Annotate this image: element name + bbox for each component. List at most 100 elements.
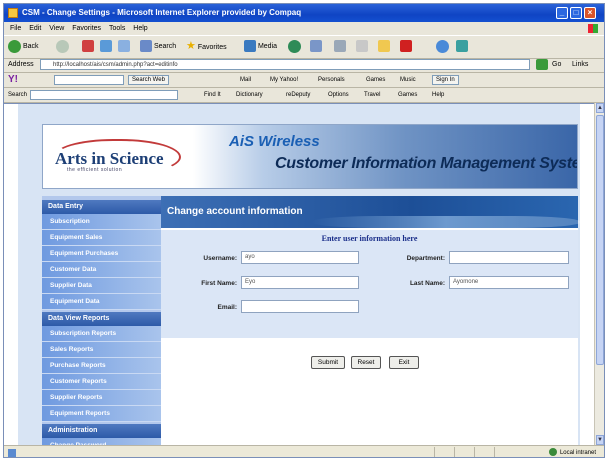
link-help[interactable]: Help	[432, 88, 444, 102]
link-options[interactable]: Options	[328, 88, 349, 102]
sidebar-item-purchase-reports[interactable]: Purchase Reports	[42, 358, 161, 374]
email-field[interactable]	[241, 300, 359, 313]
history-button[interactable]	[288, 39, 301, 54]
sidebar-section-data-entry: Data Entry	[42, 200, 161, 214]
windows-logo-icon	[588, 24, 598, 33]
status-divider	[434, 447, 435, 457]
yahoo-myyahoo-link[interactable]: My Yahoo!	[270, 73, 298, 87]
address-input[interactable]: http://localhost/ais/csm/admin.php?act=e…	[40, 59, 530, 70]
link-redeputy[interactable]: reDeputy	[286, 88, 310, 102]
exit-button[interactable]: Exit	[389, 356, 419, 369]
sidebar-item-equipment-sales[interactable]: Equipment Sales	[42, 230, 161, 246]
scroll-up-icon[interactable]: ▲	[596, 103, 604, 113]
link-travel[interactable]: Travel	[364, 88, 380, 102]
minimize-button[interactable]: _	[556, 7, 568, 19]
print-button[interactable]	[334, 39, 346, 54]
menu-favorites[interactable]: Favorites	[72, 22, 101, 35]
go-arrow-icon[interactable]	[536, 59, 548, 70]
scrollbar-thumb[interactable]	[596, 115, 604, 365]
stop-icon	[82, 40, 94, 53]
address-label: Address	[8, 61, 34, 68]
yahoo-search-input[interactable]	[54, 75, 124, 85]
stop-button[interactable]	[82, 39, 94, 54]
sidebar-item-equipment-reports[interactable]: Equipment Reports	[42, 406, 161, 422]
status-divider	[474, 447, 475, 457]
scroll-down-icon[interactable]: ▼	[596, 435, 604, 445]
maximize-button[interactable]: □	[570, 7, 582, 19]
account-form: Enter user information here Username: ay…	[161, 230, 578, 338]
yahoo-sign-in-button[interactable]: Sign In	[432, 75, 459, 85]
menu-tools[interactable]: Tools	[109, 22, 125, 35]
sidebar-item-subscription-reports[interactable]: Subscription Reports	[42, 326, 161, 342]
site-banner: Arts in Science the efficient solution A…	[42, 124, 578, 189]
banner-subtitle: Customer Information Management System	[275, 155, 578, 172]
home-icon	[118, 40, 130, 53]
refresh-icon	[100, 40, 112, 53]
sidebar-item-subscription[interactable]: Subscription	[42, 214, 161, 230]
submit-button[interactable]: Submit	[311, 356, 345, 369]
yahoo-mail-link[interactable]: Mail	[240, 73, 251, 87]
menu-view[interactable]: View	[49, 22, 64, 35]
links-search-label: Search	[8, 92, 28, 98]
forward-button[interactable]	[56, 39, 69, 54]
link-dictionary[interactable]: Dictionary	[236, 88, 263, 102]
page-status-icon	[8, 449, 16, 457]
search-icon	[140, 40, 152, 53]
folder-icon	[378, 40, 390, 53]
edit-button[interactable]	[356, 39, 368, 54]
yahoo-games-link[interactable]: Games	[366, 73, 385, 87]
folder-button[interactable]	[378, 39, 390, 54]
vertical-scrollbar[interactable]: ▲ ▼	[594, 103, 604, 445]
yahoo-personals-link[interactable]: Personals	[318, 73, 345, 87]
page-viewport: Arts in Science the efficient solution A…	[4, 103, 594, 446]
department-field[interactable]	[449, 251, 569, 264]
sidebar-item-equipment-purchases[interactable]: Equipment Purchases	[42, 246, 161, 262]
discuss-button[interactable]	[456, 39, 468, 54]
link-games[interactable]: Games	[398, 88, 417, 102]
menu-help[interactable]: Help	[133, 22, 147, 35]
menu-bar: File Edit View Favorites Tools Help	[4, 22, 604, 35]
back-arrow-icon	[8, 39, 21, 53]
mail-button[interactable]	[310, 39, 322, 54]
site-logo[interactable]: Arts in Science the efficient solution	[53, 139, 183, 175]
favorites-button[interactable]: ★ Favorites	[186, 39, 227, 54]
sidebar-item-supplier-reports[interactable]: Supplier Reports	[42, 390, 161, 406]
yahoo-toolbar: Y! Search Web Mail My Yahoo! Personals G…	[4, 73, 604, 88]
form-buttons: Submit Reset Exit	[161, 356, 578, 372]
first-name-field[interactable]: Eyo	[241, 276, 359, 289]
ie-app-icon	[8, 8, 18, 18]
links-button[interactable]: Links	[572, 58, 588, 72]
yahoo-music-link[interactable]: Music	[400, 73, 416, 87]
search-button[interactable]: Search	[140, 39, 176, 54]
username-label: Username:	[203, 255, 237, 262]
sidebar-item-customer-data[interactable]: Customer Data	[42, 262, 161, 278]
sidebar-item-customer-reports[interactable]: Customer Reports	[42, 374, 161, 390]
header-wave-decoration	[311, 216, 581, 228]
intranet-globe-icon	[548, 448, 557, 457]
back-button[interactable]: Back	[8, 39, 39, 54]
refresh-button[interactable]	[100, 39, 112, 54]
first-name-label: First Name:	[201, 280, 237, 287]
department-label: Department:	[406, 255, 445, 262]
last-name-field[interactable]: Ayomone	[449, 276, 569, 289]
media-button[interactable]: Media	[244, 39, 277, 54]
links-search-input[interactable]	[30, 90, 178, 100]
sidebar-item-sales-reports[interactable]: Sales Reports	[42, 342, 161, 358]
address-bar: Address http://localhost/ais/csm/admin.p…	[4, 58, 604, 73]
yahoo-search-web-button[interactable]: Search Web	[128, 75, 169, 85]
reset-button[interactable]: Reset	[351, 356, 381, 369]
go-button[interactable]: Go	[552, 58, 561, 72]
link-find-it[interactable]: Find It	[204, 88, 221, 102]
yahoo-logo-icon[interactable]: Y!	[8, 73, 18, 87]
username-field[interactable]: ayo	[241, 251, 359, 264]
sidebar-item-equipment-data[interactable]: Equipment Data	[42, 294, 161, 310]
discuss-icon	[456, 40, 468, 53]
menu-file[interactable]: File	[10, 22, 21, 35]
menu-edit[interactable]: Edit	[29, 22, 41, 35]
email-label: Email:	[217, 304, 237, 311]
close-button[interactable]: ×	[584, 7, 596, 19]
research-button[interactable]	[400, 39, 412, 54]
home-button[interactable]	[118, 39, 130, 54]
messenger-button[interactable]	[436, 39, 449, 54]
sidebar-item-supplier-data[interactable]: Supplier Data	[42, 278, 161, 294]
